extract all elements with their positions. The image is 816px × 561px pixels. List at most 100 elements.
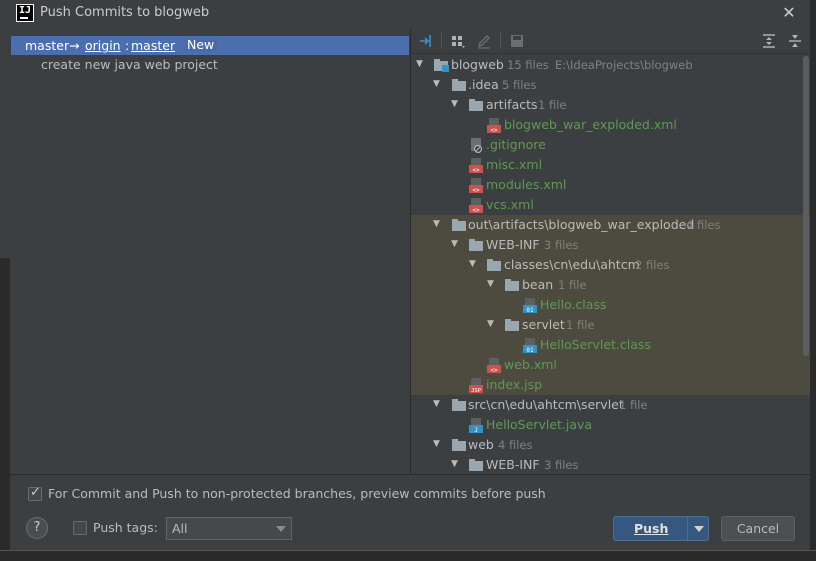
expand-all-icon[interactable] [417,32,435,50]
tree-row-file[interactable]: 01 HelloServlet.class [411,335,810,355]
tree-row-folder[interactable]: ▼ src\cn\edu\ahtcm\servlet 1 file [411,395,810,415]
tree-item-label: .gitignore [486,137,546,152]
expand-arrow-icon[interactable]: ▼ [433,439,443,449]
ignore-file-icon [471,138,483,153]
tree-row-file[interactable]: 01 Hello.class [411,295,810,315]
tree-row-file[interactable]: J HelloServlet.java [411,415,810,435]
files-toolbar [411,28,810,54]
tree-item-label: web.xml [504,357,557,372]
push-tags-select-value: All [172,521,188,536]
push-commits-dialog: IJ Push Commits to blogweb ✕ master → or… [10,0,810,550]
tree-item-label: index.jsp [486,377,543,392]
tree-row-file[interactable]: .gitignore [411,135,810,155]
file-count: 4 files [498,438,533,452]
module-badge-icon [442,65,449,72]
save-icon[interactable] [508,32,526,50]
preview-commits-label[interactable]: For Commit and Push to non-protected bra… [48,486,546,501]
preview-commits-checkbox[interactable] [28,485,42,501]
xml-file-icon: <> [487,118,501,133]
expand-arrow-icon[interactable]: ▼ [487,319,497,329]
expand-arrow-icon[interactable]: ▼ [451,99,461,109]
push-dropdown-icon[interactable] [694,526,704,532]
commits-panel: master → origin : master New create new … [10,28,410,474]
files-panel: ▼ blogweb 15 files E:\IdeaProjects\blogw… [411,28,810,474]
branch-row[interactable]: master → origin : master New [11,36,409,55]
expand-arrow-icon[interactable]: ▼ [416,59,426,69]
java-file-icon: J [469,418,483,433]
dialog-title: Push Commits to blogweb [40,5,210,20]
tree-item-label: web [468,437,494,452]
tree-row-folder[interactable]: ▼ classes\cn\edu\ahtcm 2 files [411,255,810,275]
toolbar-separator [500,33,501,49]
expand-arrow-icon[interactable]: ▼ [451,459,461,469]
xml-file-icon: <> [469,178,483,193]
push-button[interactable]: Push [613,516,709,541]
remote-link[interactable]: origin [85,38,121,53]
expand-icon[interactable] [760,32,778,50]
tree-row-folder[interactable]: ▼ web 4 files [411,435,810,455]
expand-arrow-icon[interactable]: ▼ [451,239,461,249]
folder-icon [505,319,519,331]
tree-row-file[interactable]: <> blogweb_war_exploded.xml [411,115,810,135]
tree-row-folder[interactable]: ▼ WEB-INF 3 files [411,455,810,474]
tree-row-file[interactable]: <> misc.xml [411,155,810,175]
svg-text:<>: <> [490,367,498,373]
svg-text:J: J [474,427,478,433]
tree-row-file[interactable]: <> web.xml [411,355,810,375]
folder-icon [469,459,483,471]
tree-row-file[interactable]: <> modules.xml [411,175,810,195]
class-file-icon: 01 [523,338,537,353]
folder-icon [487,259,501,271]
expand-arrow-icon[interactable]: ▼ [469,259,479,269]
commit-item[interactable]: create new java web project [41,57,218,72]
push-button-label: Push [634,521,669,536]
svg-text:<>: <> [472,167,480,173]
tree-row-file[interactable]: JSP index.jsp [411,375,810,395]
svg-text:<>: <> [472,207,480,213]
folder-icon [505,279,519,291]
cancel-button[interactable]: Cancel [721,516,795,541]
expand-arrow-icon[interactable]: ▼ [487,279,497,289]
tree-item-label: servlet [522,317,565,332]
tree-row-folder[interactable]: ▼ bean 1 file [411,275,810,295]
push-tags-checkbox[interactable] [73,521,87,535]
bottom-divider [10,474,810,475]
tree-item-label: WEB-INF [486,237,540,252]
tree-row-folder[interactable]: ▼ blogweb 15 files E:\IdeaProjects\blogw… [411,55,810,75]
tree-item-label: HelloServlet.class [540,337,651,352]
ide-background-editor [0,258,10,561]
folder-icon [469,99,483,111]
tree-row-folder[interactable]: ▼ out\artifacts\blogweb_war_exploded 4 f… [411,215,810,235]
tree-item-label: Hello.class [540,297,607,312]
file-count: 1 file [558,278,587,292]
changes-tree: ▼ blogweb 15 files E:\IdeaProjects\blogw… [411,55,810,474]
close-icon[interactable]: ✕ [780,4,798,22]
tree-row-file[interactable]: <> vcs.xml [411,195,810,215]
tree-scrollbar[interactable] [803,56,809,356]
file-count: 1 file [566,318,595,332]
tree-row-folder[interactable]: ▼ WEB-INF 3 files [411,235,810,255]
tree-row-folder[interactable]: ▼ .idea 5 files [411,75,810,95]
tree-item-label: classes\cn\edu\ahtcm [504,257,640,272]
tree-row-folder[interactable]: ▼ artifacts 1 file [411,95,810,115]
expand-arrow-icon[interactable]: ▼ [433,219,443,229]
tree-row-folder[interactable]: ▼ servlet 1 file [411,315,810,335]
tree-item-label: out\artifacts\blogweb_war_exploded [468,217,695,232]
expand-arrow-icon[interactable]: ▼ [433,79,443,89]
svg-text:JSP: JSP [471,388,482,393]
title-bar: IJ Push Commits to blogweb ✕ [10,0,810,27]
collapse-icon[interactable] [786,32,804,50]
edit-icon[interactable] [475,32,493,50]
group-by-icon[interactable] [449,32,467,50]
tree-item-label: misc.xml [486,157,543,172]
tree-item-label: bean [522,277,554,292]
help-button[interactable]: ? [26,517,48,539]
file-count: 3 files [544,458,579,472]
tree-item-label: .idea [468,77,499,92]
ide-background-bottom [0,550,816,561]
target-branch-link[interactable]: master [131,38,175,53]
expand-arrow-icon[interactable]: ▼ [433,399,443,409]
push-tags-label[interactable]: Push tags: [93,520,158,535]
push-tags-select[interactable]: All [166,517,292,540]
arrow-icon: → [69,38,80,53]
